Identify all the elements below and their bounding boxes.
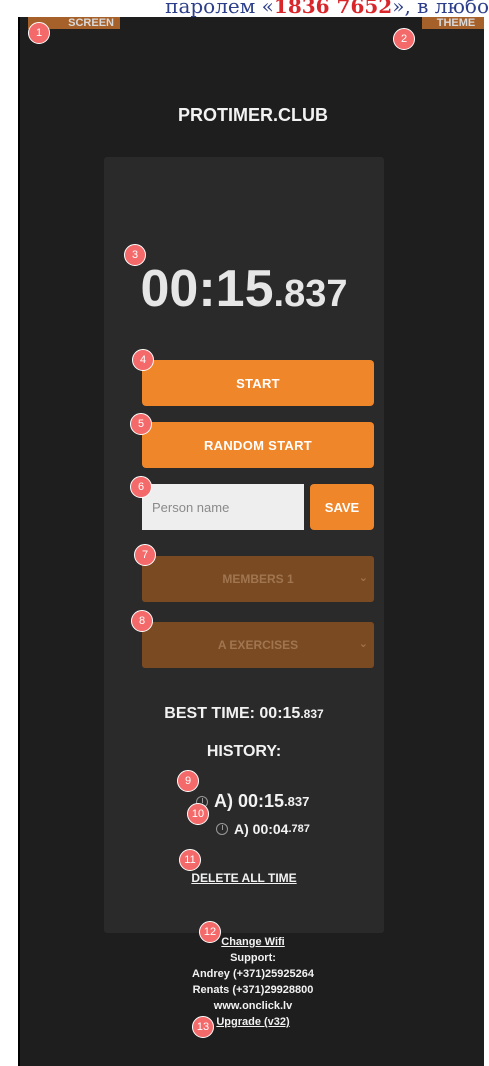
right-edge [484,17,489,1066]
save-button[interactable]: SAVE [310,484,374,530]
annotation-badge: 6 [130,476,152,498]
support-contact-renats: Renats (+371)29928800 [192,984,314,996]
app-screen: SCREEN THEME PROTIMER.CLUB 00:15.837 STA… [18,17,489,1066]
annotation-badge: 13 [192,1016,214,1038]
annotation-badge: 8 [131,610,153,632]
history-title: HISTORY: [206,743,282,760]
start-button[interactable]: START [142,360,374,406]
annotation-badge: 1 [28,22,50,44]
members-select-value: MEMBERS 1 [222,572,294,586]
annotation-badge: 7 [134,544,156,566]
history-item[interactable]: A) 00:15.837 [196,791,309,812]
clock-icon [216,823,228,835]
person-name-input[interactable] [142,484,304,530]
annotation-badge: 9 [177,770,199,792]
exercises-select[interactable]: A EXERCISES ⌄ [142,622,374,668]
footer: Change Wifi Support: Andrey (+371)259252… [20,934,486,1030]
chevron-down-icon: ⌄ [358,572,368,584]
theme-button[interactable]: THEME [422,17,489,29]
exercises-select-value: A EXERCISES [217,638,299,652]
timer-display: 00:15.837 [140,260,348,318]
annotation-badge: 5 [130,413,152,435]
chevron-down-icon: ⌄ [358,638,368,650]
change-wifi-link[interactable]: Change Wifi [20,934,486,950]
brand-title: PROTIMER.CLUB [178,105,328,125]
annotation-badge: 3 [124,244,146,266]
annotation-badge: 12 [199,921,221,943]
random-start-button[interactable]: RANDOM START [142,422,374,468]
background-page-text: паролем «1836 7652», в любо [165,0,489,18]
history-item[interactable]: A) 00:04.787 [216,821,310,837]
members-select[interactable]: MEMBERS 1 ⌄ [142,556,374,602]
support-label: Support: [230,952,276,964]
delete-all-time-link[interactable]: DELETE ALL TIME [104,871,384,885]
support-contact-andrey: Andrey (+371)25925264 [192,968,314,980]
annotation-badge: 2 [393,28,415,50]
annotation-badge: 10 [187,803,209,825]
upgrade-link[interactable]: Upgrade (v32) [20,1014,486,1030]
annotation-badge: 11 [179,849,201,871]
annotation-badge: 4 [132,349,154,371]
website-text: www.onclick.lv [213,1000,293,1012]
best-time: BEST TIME: 00:15.837 [164,705,324,722]
